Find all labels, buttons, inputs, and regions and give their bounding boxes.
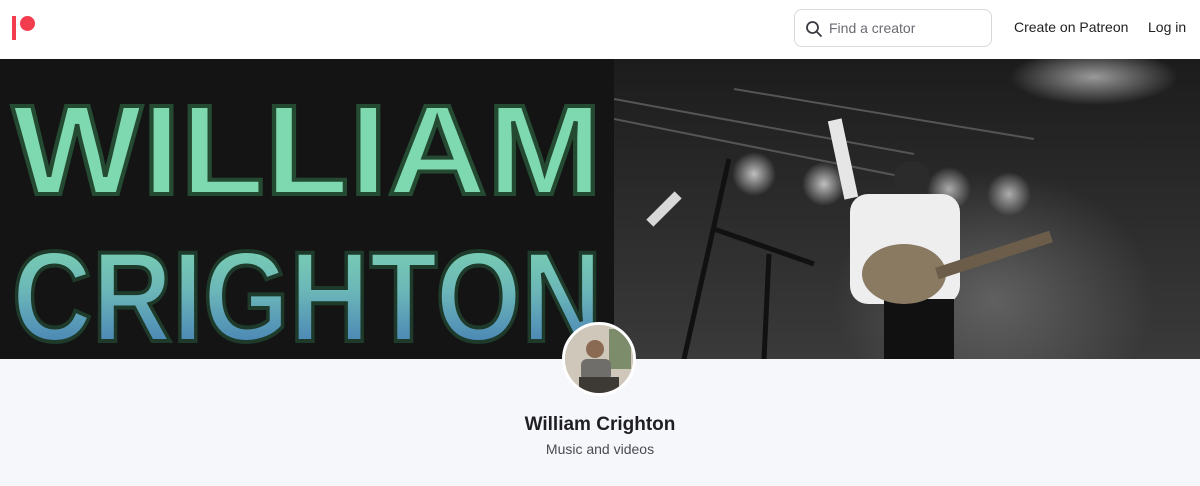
patreon-logo-icon[interactable] xyxy=(12,16,38,40)
avatar-image xyxy=(565,325,633,393)
search-input[interactable] xyxy=(829,10,987,46)
banner-line-1: WILLIAM xyxy=(12,79,602,222)
search-icon xyxy=(806,21,822,37)
creator-tagline: Music and videos xyxy=(545,441,655,457)
search-box[interactable] xyxy=(794,9,992,47)
concert-photo-illustration xyxy=(613,88,1053,359)
cover-banner: WILLIAM CRIGHTON xyxy=(0,59,1200,359)
banner-concert-photo xyxy=(613,59,1200,359)
creator-avatar[interactable] xyxy=(562,322,636,396)
banner-line-2: CRIGHTON xyxy=(12,226,602,359)
creator-name: William Crighton xyxy=(524,414,676,435)
logo-dot xyxy=(20,16,35,31)
log-in-link[interactable]: Log in xyxy=(1148,19,1186,35)
top-navigation-bar: Create on Patreon Log in xyxy=(0,0,1200,58)
create-on-patreon-link[interactable]: Create on Patreon xyxy=(1014,19,1128,35)
logo-bar xyxy=(12,16,16,40)
banner-title-graphic: WILLIAM CRIGHTON xyxy=(10,77,604,359)
banner-title-art: WILLIAM CRIGHTON xyxy=(0,59,614,359)
